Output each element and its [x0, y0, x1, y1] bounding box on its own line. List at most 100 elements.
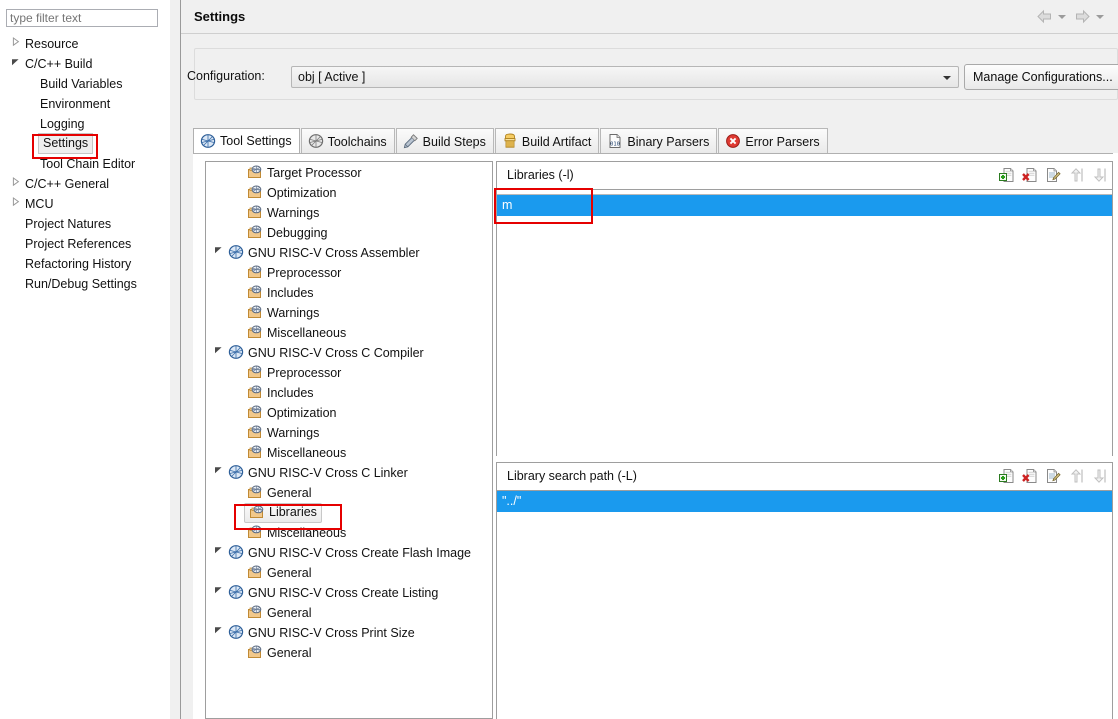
tool-tree-item-content: Miscellaneous — [244, 522, 349, 543]
edit-icon[interactable] — [1045, 167, 1061, 183]
sidebar-item-project-natures[interactable]: Project Natures — [0, 214, 170, 234]
tool-tree-item-miscellaneous[interactable]: Miscellaneous — [206, 522, 492, 542]
tree-collapsed-arrow-icon[interactable] — [11, 34, 21, 54]
tool-tree-item-label: Miscellaneous — [267, 325, 347, 340]
tree-expanded-arrow-icon[interactable] — [214, 542, 224, 562]
tree-expanded-arrow-icon[interactable] — [214, 462, 224, 482]
tool-tree-item-content: Optimization — [244, 182, 339, 203]
tree-expanded-arrow-icon[interactable] — [214, 622, 224, 642]
tool-tree-item-debugging[interactable]: Debugging — [206, 222, 492, 242]
tool-tree-item-general[interactable]: General — [206, 562, 492, 582]
tool-tree-item-optimization[interactable]: Optimization — [206, 182, 492, 202]
sidebar-item-c-c-general[interactable]: C/C++ General — [0, 174, 170, 194]
tool-tree-item-gnu-risc-v-cross-create-listing[interactable]: GNU RISC-V Cross Create Listing — [206, 582, 492, 602]
tool-tree-item-general[interactable]: General — [206, 602, 492, 622]
tree-collapsed-arrow-icon[interactable] — [11, 174, 21, 194]
tool-tree-item-includes[interactable]: Includes — [206, 282, 492, 302]
tool-tree-item-gnu-risc-v-cross-print-size[interactable]: GNU RISC-V Cross Print Size — [206, 622, 492, 642]
tool-tree-item-content: Includes — [244, 382, 317, 403]
tree-expanded-arrow-icon[interactable] — [11, 54, 21, 74]
delete-icon[interactable] — [1022, 167, 1038, 183]
option-folder-icon — [247, 184, 263, 200]
delete-icon[interactable] — [1022, 468, 1038, 484]
tree-expanded-arrow-icon[interactable] — [214, 582, 224, 602]
tool-tree-item-optimization[interactable]: Optimization — [206, 402, 492, 422]
list-item[interactable]: m — [497, 195, 1112, 216]
preferences-tree[interactable]: Resource C/C++ Build Build Variables Enviro… — [0, 34, 170, 294]
tab-build-artifact[interactable]: Build Artifact — [494, 128, 600, 153]
tab-build-steps[interactable]: Build Steps — [395, 128, 494, 153]
sidebar-item-logging[interactable]: Logging — [0, 114, 170, 134]
tool-tree-item-miscellaneous[interactable]: Miscellaneous — [206, 322, 492, 342]
library-search-path-list[interactable]: "../" — [497, 491, 1112, 719]
list-item[interactable]: "../" — [497, 491, 1112, 512]
configuration-combo-value: obj [ Active ] — [298, 70, 366, 84]
tool-tree-item-content: Warnings — [244, 422, 322, 443]
tool-tree-item-label: Warnings — [267, 305, 320, 320]
library-search-path-list-items[interactable]: "../" — [497, 491, 1112, 512]
option-folder-icon — [247, 604, 263, 620]
libraries-panel-toolbar[interactable] — [992, 167, 1107, 185]
filter-input[interactable] — [6, 9, 158, 27]
tool-tree-item-warnings[interactable]: Warnings — [206, 302, 492, 322]
sidebar-item-environment[interactable]: Environment — [0, 94, 170, 114]
libraries-list[interactable]: m — [497, 190, 1112, 456]
sidebar-item-resource[interactable]: Resource — [0, 34, 170, 54]
tool-tree-item-includes[interactable]: Includes — [206, 382, 492, 402]
option-folder-icon — [247, 324, 263, 340]
tool-tree-item-warnings[interactable]: Warnings — [206, 422, 492, 442]
sidebar-item-tool-chain-editor[interactable]: Tool Chain Editor — [0, 154, 170, 174]
tab-error-parsers[interactable]: Error Parsers — [718, 128, 828, 153]
tab-tool-settings[interactable]: Tool Settings — [193, 128, 300, 154]
tool-tree-item-content: Miscellaneous — [244, 442, 349, 463]
tab-toolchains[interactable]: Toolchains — [300, 128, 395, 153]
sidebar-item-build-variables[interactable]: Build Variables — [0, 74, 170, 94]
sidebar-item-refactoring-history[interactable]: Refactoring History — [0, 254, 170, 274]
edit-icon[interactable] — [1045, 468, 1061, 484]
add-icon[interactable] — [999, 468, 1015, 484]
tool-tree-item-label: GNU RISC-V Cross Print Size — [248, 625, 415, 640]
tool-icon — [228, 464, 244, 480]
tool-tree-item-gnu-risc-v-cross-assembler[interactable]: GNU RISC-V Cross Assembler — [206, 242, 492, 262]
forward-history-chevron-down-icon[interactable] — [1096, 14, 1104, 19]
tool-tree-item-miscellaneous[interactable]: Miscellaneous — [206, 442, 492, 462]
libraries-list-items[interactable]: m — [497, 195, 1112, 216]
configuration-combo[interactable]: obj [ Active ] — [291, 66, 959, 88]
tree-expanded-arrow-icon[interactable] — [214, 342, 224, 362]
tool-icon — [228, 244, 244, 260]
tool-tree-item-preprocessor[interactable]: Preprocessor — [206, 262, 492, 282]
sidebar-item-mcu[interactable]: MCU — [0, 194, 170, 214]
tool-tree-item-content: General — [244, 642, 314, 663]
sidebar-sash[interactable] — [170, 0, 181, 719]
option-folder-icon — [247, 644, 263, 660]
tool-tree-item-general[interactable]: General — [206, 642, 492, 662]
library-search-path-panel-toolbar[interactable] — [992, 468, 1107, 486]
tool-tree-item-general[interactable]: General — [206, 482, 492, 502]
add-icon[interactable] — [999, 167, 1015, 183]
tool-tree-item-target-processor[interactable]: Target Processor — [206, 162, 492, 182]
sidebar-item-settings[interactable]: Settings — [0, 133, 170, 154]
tool-icon — [228, 584, 244, 600]
tool-icon — [228, 544, 244, 560]
tool-tree-item-gnu-risc-v-cross-c-linker[interactable]: GNU RISC-V Cross C Linker — [206, 462, 492, 482]
forward-arrow-icon[interactable] — [1074, 9, 1091, 24]
back-history-chevron-down-icon[interactable] — [1058, 14, 1067, 19]
tool-tree-item-gnu-risc-v-cross-create-flash-image[interactable]: GNU RISC-V Cross Create Flash Image — [206, 542, 492, 562]
settings-tab-folder[interactable]: Tool Settings Toolchains Build Steps Build … — [193, 128, 1118, 154]
tool-settings-tree[interactable]: Target Processor Optimization Warnings Debu… — [205, 161, 493, 719]
tree-collapsed-arrow-icon[interactable] — [11, 194, 21, 214]
tool-tree-item-libraries[interactable]: Libraries — [206, 502, 492, 523]
tree-expanded-arrow-icon[interactable] — [214, 242, 224, 262]
back-arrow-icon[interactable] — [1036, 9, 1053, 24]
sidebar-item-run-debug-settings[interactable]: Run/Debug Settings — [0, 274, 170, 294]
tool-tree-item-label: Target Processor — [267, 165, 362, 180]
sidebar-item-project-references[interactable]: Project References — [0, 234, 170, 254]
sidebar-item-c-c-build[interactable]: C/C++ Build — [0, 54, 170, 74]
tab-binary-parsers[interactable]: 010 Binary Parsers — [600, 128, 718, 153]
tool-tree-item-gnu-risc-v-cross-c-compiler[interactable]: GNU RISC-V Cross C Compiler — [206, 342, 492, 362]
tab-label: Tool Settings — [220, 134, 292, 149]
tool-tree-item-warnings[interactable]: Warnings — [206, 202, 492, 222]
manage-configurations-button[interactable]: Manage Configurations... — [964, 64, 1118, 90]
tool-tree-item-preprocessor[interactable]: Preprocessor — [206, 362, 492, 382]
tab-label: Binary Parsers — [627, 134, 710, 149]
